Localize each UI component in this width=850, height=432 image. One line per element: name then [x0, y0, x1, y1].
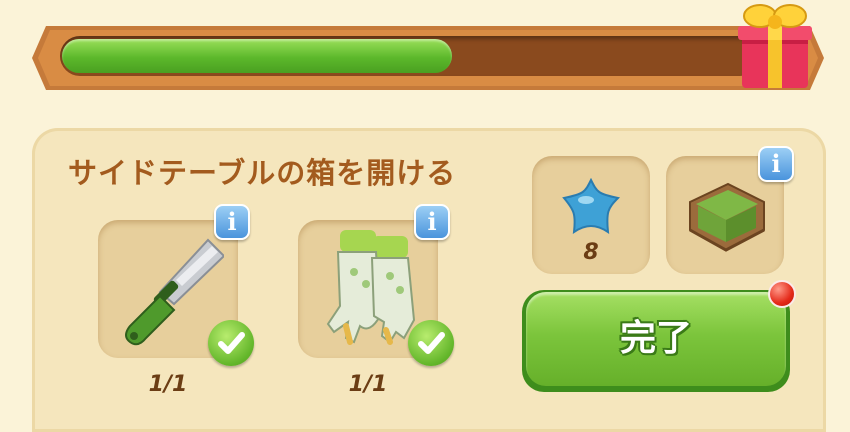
checkmark-icon	[408, 320, 454, 366]
blue-star-icon	[562, 178, 620, 234]
progress-label: 56%	[60, 36, 760, 76]
green-box-icon	[689, 182, 765, 252]
info-button[interactable]: i	[214, 204, 250, 240]
requirement-count: 1/1	[148, 372, 188, 397]
info-button[interactable]: i	[414, 204, 450, 240]
reward-amount: 8	[583, 240, 599, 265]
progress-bar: 56%	[60, 36, 760, 76]
requirement-count: 1/1	[348, 372, 388, 397]
complete-button-label: 完了	[619, 318, 692, 359]
info-button[interactable]: i	[758, 146, 794, 182]
checkmark-icon	[208, 320, 254, 366]
reward-slot-star[interactable]: 8	[532, 156, 650, 274]
gift-box-icon[interactable]	[736, 0, 814, 90]
notification-dot	[768, 280, 796, 308]
task-title: サイドテーブルの箱を開ける	[68, 156, 457, 190]
